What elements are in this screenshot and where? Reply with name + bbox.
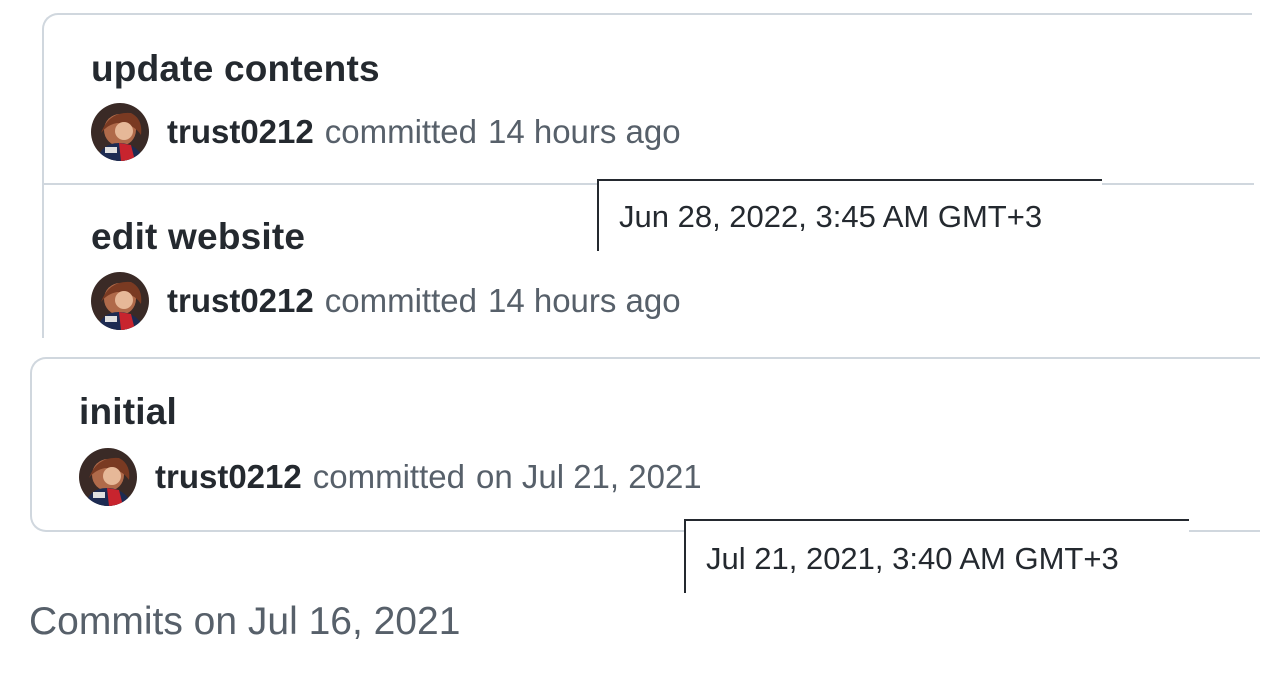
- timestamp-tooltip: Jul 21, 2021, 3:40 AM GMT+3: [684, 519, 1189, 593]
- user-avatar-icon[interactable]: [91, 272, 149, 330]
- commit-title-link[interactable]: edit website: [91, 216, 305, 258]
- commit-action-text: committed: [324, 282, 477, 319]
- commit-action-text: committed: [324, 113, 477, 150]
- commit-history-view: update contents trust0212 committed 14 h…: [0, 0, 1278, 696]
- commit-group-date-heading: Commits on Jul 16, 2021: [29, 600, 461, 643]
- commit-title-link[interactable]: initial: [79, 391, 177, 433]
- user-avatar-icon[interactable]: [79, 448, 137, 506]
- commit-author-link[interactable]: trust0212: [155, 458, 302, 496]
- commit-title-link[interactable]: update contents: [91, 48, 380, 90]
- commit-meta: trust0212 committed on Jul 21, 2021: [79, 448, 702, 506]
- commit-relative-time[interactable]: 14 hours ago: [488, 282, 681, 320]
- commit-author-link[interactable]: trust0212: [167, 282, 314, 320]
- timestamp-tooltip: Jun 28, 2022, 3:45 AM GMT+3: [597, 179, 1102, 251]
- user-avatar-icon[interactable]: [91, 103, 149, 161]
- commit-action-text: committed: [312, 458, 465, 495]
- commit-relative-time[interactable]: 14 hours ago: [488, 113, 681, 151]
- commit-meta: trust0212 committed 14 hours ago: [91, 103, 681, 161]
- commit-author-link[interactable]: trust0212: [167, 113, 314, 151]
- commit-meta: trust0212 committed 14 hours ago: [91, 272, 681, 330]
- commit-relative-time[interactable]: on Jul 21, 2021: [476, 458, 702, 496]
